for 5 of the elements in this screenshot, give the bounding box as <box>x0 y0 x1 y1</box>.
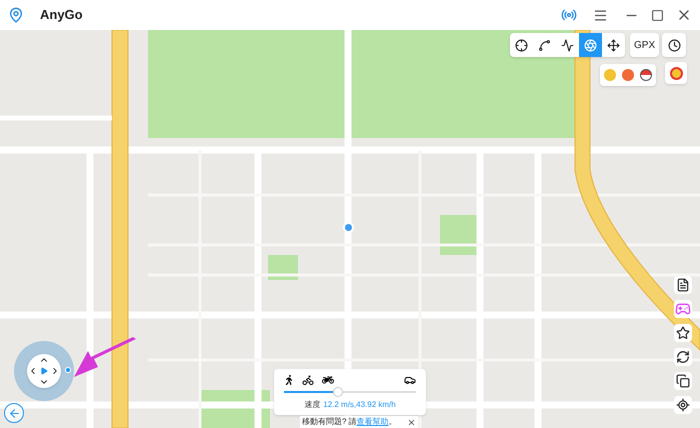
hint-text: 移動有問題? 請查看幫助。 <box>302 417 397 427</box>
window-title: AnyGo <box>40 6 83 24</box>
gpx-button[interactable]: GPX <box>630 33 660 57</box>
speed-reading: 12.2 m/s,43.92 km/h <box>323 400 396 410</box>
speed-label: 速度 <box>304 400 320 410</box>
